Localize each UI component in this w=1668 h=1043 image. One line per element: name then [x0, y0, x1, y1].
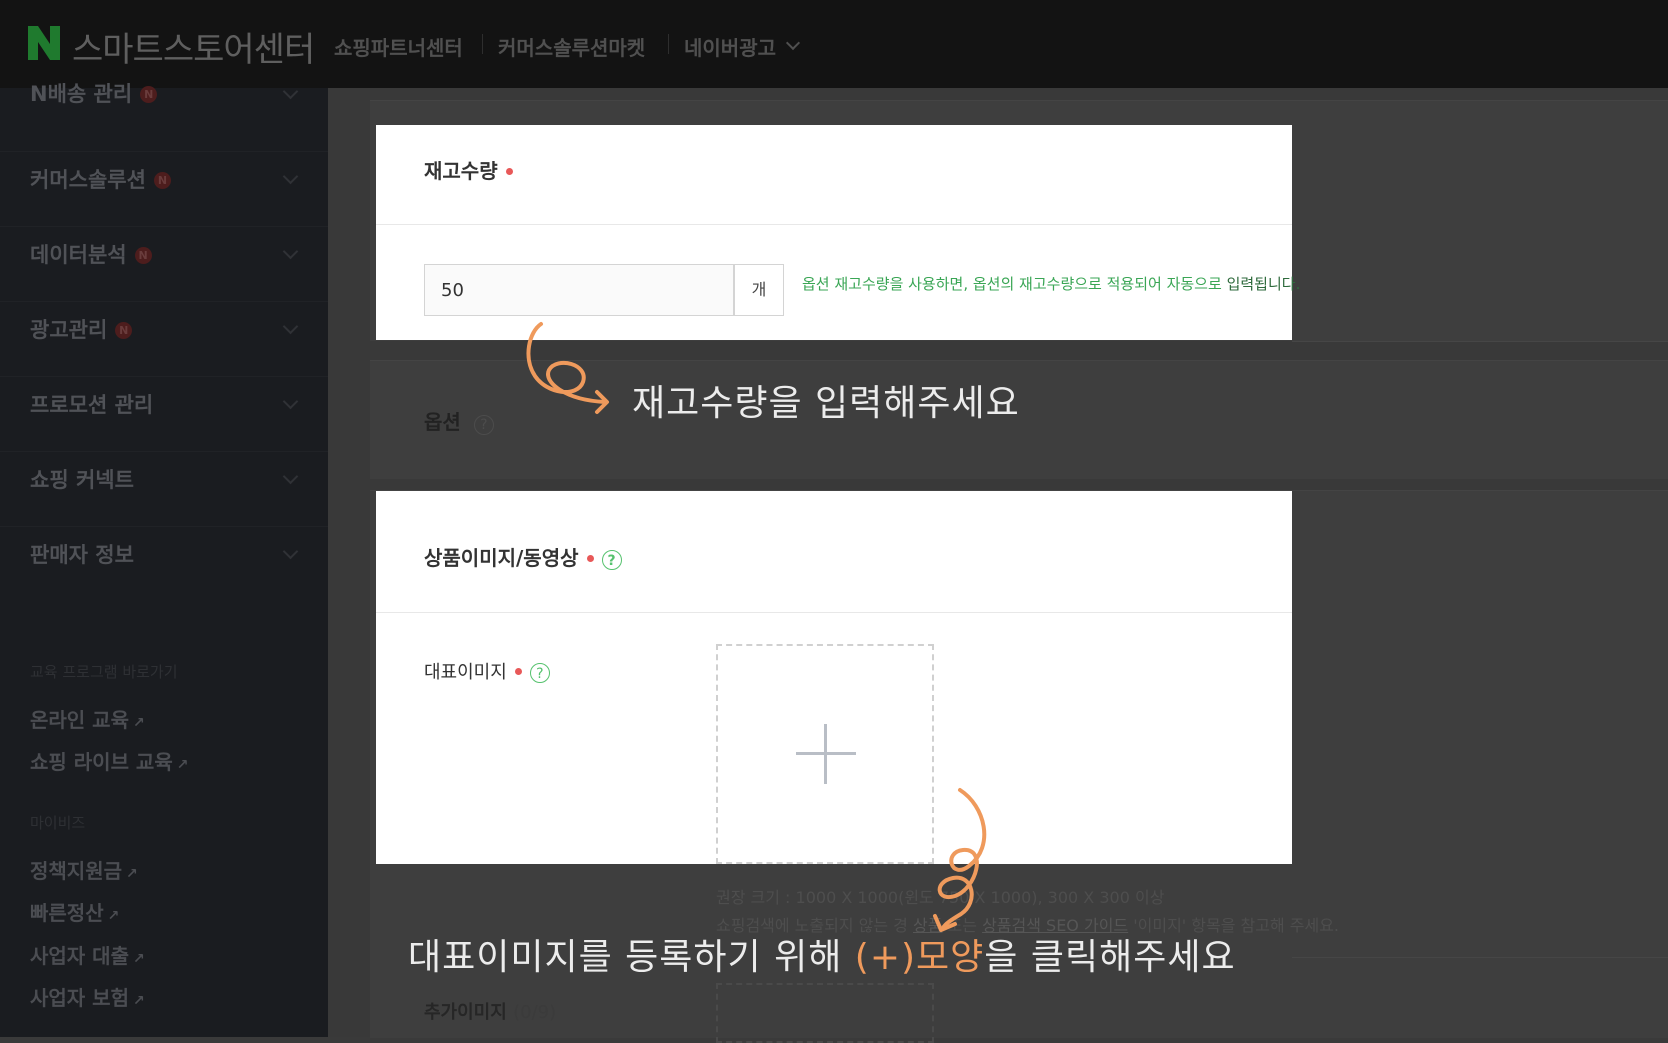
curly-arrow-icon	[526, 322, 609, 414]
sidebar-section-education: 교육 프로그램 바로가기	[30, 663, 178, 681]
chevron-down-icon	[282, 393, 299, 410]
external-link-icon: ↗	[132, 993, 145, 1009]
sidebar-link-business-insurance[interactable]: 사업자 보험 ↗	[30, 982, 145, 1011]
option-title: 옵션 ?	[424, 406, 494, 435]
sidebar-item-label: 커머스솔루션	[30, 168, 146, 192]
panel-divider	[1292, 957, 1668, 958]
sidebar-item-ads[interactable]: 광고관리 N	[0, 301, 328, 377]
stock-hint: 옵션 재고수량을 사용하면, 옵션의 재고수량으로 적용되어 자동으로 입력됩니…	[802, 275, 1301, 293]
chevron-down-icon	[282, 168, 299, 185]
stock-title: 재고수량	[424, 155, 513, 184]
help-icon[interactable]: ?	[473, 415, 494, 435]
sidebar-item-label: 광고관리	[30, 318, 108, 342]
panel-divider	[1292, 341, 1668, 342]
sidebar-item-promotion[interactable]: 프로모션 관리	[0, 376, 328, 452]
sidebar-item-label: 판매자 정보	[30, 543, 134, 567]
nav-shopping-partner[interactable]: 쇼핑파트너센터	[334, 32, 463, 61]
external-link-icon: ↗	[132, 951, 145, 967]
sidebar-item-n-delivery[interactable]: N배송 관리 N	[0, 76, 328, 152]
chevron-down-icon	[282, 543, 299, 560]
naver-n-logo[interactable]	[28, 26, 60, 60]
extra-image-upload-button[interactable]	[716, 983, 934, 1043]
external-link-icon: ↗	[132, 715, 145, 731]
plus-icon	[824, 724, 827, 784]
sidebar-link-online-edu[interactable]: 온라인 교육 ↗	[30, 704, 145, 733]
chevron-down-icon[interactable]	[785, 35, 801, 51]
sidebar-item-commerce-solution[interactable]: 커머스솔루션 N	[0, 151, 328, 227]
help-icon[interactable]: ?	[529, 663, 550, 683]
sidebar-link-live-edu[interactable]: 쇼핑 라이브 교육 ↗	[30, 746, 188, 775]
sidebar-link-fast-settlement[interactable]: 빠른정산 ↗	[30, 897, 119, 926]
sidebar-item-label: N배송 관리	[30, 82, 133, 106]
sidebar-item-data-analysis[interactable]: 데이터분석 N	[0, 226, 328, 302]
external-link-icon: ↗	[176, 757, 189, 773]
sidebar-item-label: 데이터분석	[30, 243, 127, 267]
brand-title[interactable]: 스마트스토어센터	[72, 22, 315, 71]
nav-commerce-market[interactable]: 커머스솔루션마켓	[498, 32, 645, 61]
sidebar: N배송 관리 N 커머스솔루션 N 데이터분석 N 광고관리 N 프로모션 관리 쇼핑 …	[0, 82, 328, 1037]
image-section-title: 상품이미지/동영상?	[424, 542, 622, 571]
external-link-icon: ↗	[126, 866, 138, 882]
card-divider	[376, 612, 1292, 613]
sidebar-item-shopping-connect[interactable]: 쇼핑 커넥트	[0, 451, 328, 527]
required-dot	[505, 168, 513, 175]
main-image-label: 대표이미지?	[424, 658, 550, 684]
new-badge: N	[115, 322, 133, 339]
top-bar: 스마트스토어센터 쇼핑파트너센터 커머스솔루션마켓 네이버광고	[0, 0, 1668, 88]
nav-naver-ads[interactable]: 네이버광고	[684, 32, 776, 61]
sidebar-link-policy-fund[interactable]: 정책지원금 ↗	[30, 855, 138, 884]
chevron-down-icon	[282, 468, 299, 485]
sidebar-item-label: 쇼핑 커넥트	[30, 468, 134, 492]
main-image-upload-button[interactable]	[716, 644, 934, 864]
external-link-icon: ↗	[107, 908, 120, 924]
sidebar-link-business-loan[interactable]: 사업자 대출 ↗	[30, 940, 145, 969]
unit-label: 개	[734, 264, 784, 316]
help-icon[interactable]: ?	[601, 550, 622, 570]
sidebar-item-label: 프로모션 관리	[30, 393, 154, 417]
required-dot	[586, 555, 594, 562]
curly-arrow-icon	[933, 788, 987, 932]
nav-divider	[482, 34, 483, 54]
image-annotation: 대표이미지를 등록하기 위해 (+)모양을 클릭해주세요	[408, 937, 1236, 978]
new-badge: N	[153, 172, 171, 189]
stock-quantity-input[interactable]	[424, 264, 734, 316]
chevron-down-icon	[282, 243, 299, 260]
sidebar-item-seller-info[interactable]: 판매자 정보	[0, 526, 328, 601]
card-divider	[376, 224, 1292, 225]
stock-annotation: 재고수량을 입력해주세요	[632, 383, 1020, 424]
new-badge: N	[140, 86, 158, 103]
required-dot	[514, 668, 522, 675]
new-badge: N	[134, 247, 152, 264]
chevron-down-icon	[282, 318, 299, 335]
stock-card: 재고수량 개	[376, 125, 1292, 340]
extra-image-label: 추가이미지 (0/9)	[424, 1002, 557, 1023]
chevron-down-icon	[282, 83, 299, 100]
sidebar-section-mybiz: 마이비즈	[30, 814, 86, 832]
nav-divider	[668, 34, 669, 54]
